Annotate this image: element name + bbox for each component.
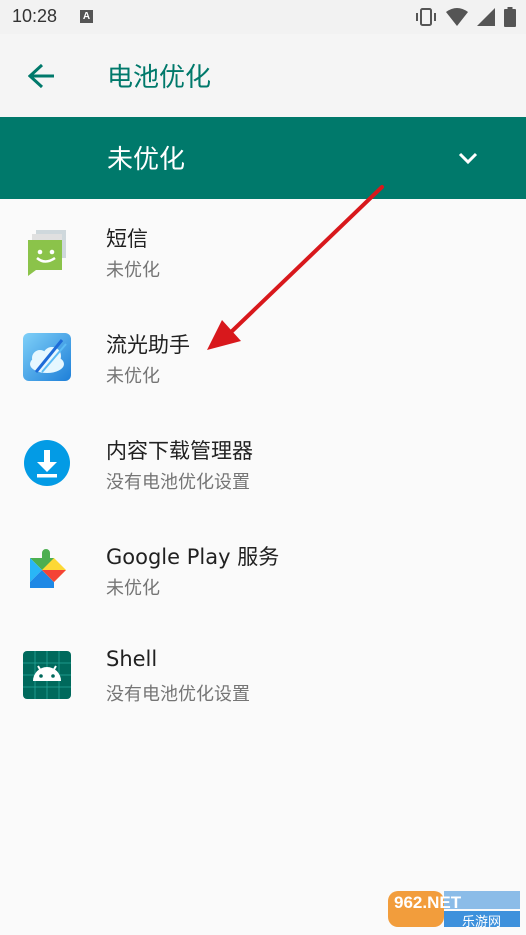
app-status: 没有电池优化设置 <box>106 684 250 705</box>
filter-selected-label: 未优化 <box>107 145 186 175</box>
android-shell-icon <box>23 651 71 699</box>
battery-icon <box>504 7 516 27</box>
app-name: 内容下载管理器 <box>106 439 253 463</box>
app-name: Google Play 服务 <box>106 545 280 569</box>
list-item-liuguang[interactable]: 流光助手 未优化 <box>0 305 526 411</box>
messages-icon <box>28 230 66 276</box>
app-name: Shell <box>106 647 158 671</box>
app-bar: 电池优化 <box>0 34 526 117</box>
a-icon: A <box>80 10 93 23</box>
list-item-google-play-services[interactable]: Google Play 服务 未优化 <box>0 517 526 623</box>
wifi-icon <box>446 8 468 26</box>
watermark-logo: 962.NET 乐游网 <box>388 885 520 931</box>
status-time: 10:28 <box>12 6 58 26</box>
page-title: 电池优化 <box>107 63 212 93</box>
back-button[interactable] <box>20 54 64 98</box>
status-bar: 10:28 A <box>0 0 526 34</box>
screen: 10:28 A 电池优化 未优化 短信 未优化 流光助手 未优化 内容下载管理器… <box>0 0 526 935</box>
app-status: 未优化 <box>106 578 160 599</box>
watermark-brand: 962.NET <box>394 893 462 912</box>
watermark-sub: 乐游网 <box>462 915 502 930</box>
download-manager-icon <box>24 440 70 486</box>
list-item-download-manager[interactable]: 内容下载管理器 没有电池优化设置 <box>0 411 526 517</box>
filter-spinner[interactable]: 未优化 <box>0 117 526 199</box>
signal-icon <box>477 8 495 26</box>
app-status: 未优化 <box>106 260 160 281</box>
chevron-down-icon <box>458 152 478 165</box>
google-play-services-icon <box>30 549 66 588</box>
list-item-shell[interactable]: Shell 没有电池优化设置 <box>0 623 526 729</box>
app-name: 流光助手 <box>106 333 190 357</box>
app-status: 没有电池优化设置 <box>106 472 250 493</box>
vibrate-icon <box>416 8 436 26</box>
list-item-messages[interactable]: 短信 未优化 <box>0 199 526 305</box>
app-name: 短信 <box>106 227 148 251</box>
app-status: 未优化 <box>106 366 160 387</box>
liuguang-icon <box>23 333 71 381</box>
arrow-left-icon <box>28 63 54 89</box>
status-icons <box>415 6 516 28</box>
